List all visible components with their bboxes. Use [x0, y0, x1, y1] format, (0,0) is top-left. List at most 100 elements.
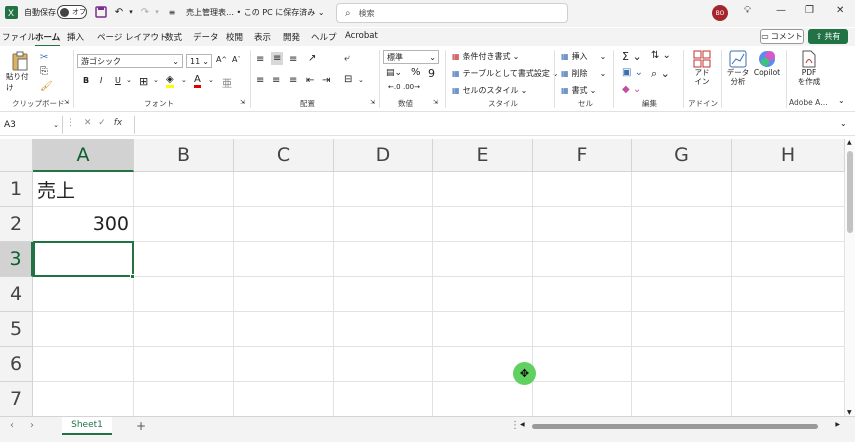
underline-dropdown-icon[interactable]: ⌄ — [126, 76, 132, 84]
cell-h1[interactable] — [732, 172, 845, 207]
enter-icon[interactable]: ✓ — [98, 118, 106, 128]
column-header-d[interactable]: D — [334, 139, 433, 172]
merge-center-icon[interactable]: ⊟ — [344, 74, 352, 85]
comment-button[interactable]: ▭ コメント — [760, 29, 804, 44]
cell-g7[interactable] — [632, 382, 732, 416]
row-header-4[interactable]: 4 — [0, 277, 33, 312]
font-name-select[interactable]: 游ゴシック ⌄ — [77, 54, 183, 68]
cell-f1[interactable] — [533, 172, 632, 207]
decrease-font-icon[interactable]: Aˇ — [232, 55, 241, 64]
addins-button[interactable]: アド イン — [689, 50, 715, 86]
tab-data[interactable]: データ — [193, 31, 219, 43]
insert-function-button[interactable]: fx — [114, 118, 123, 128]
name-box[interactable]: A3 ⌄ — [0, 116, 63, 134]
align-top-icon[interactable]: ≡ — [256, 54, 264, 65]
tab-formulas[interactable]: 数式 — [165, 31, 182, 43]
scroll-right-icon[interactable]: ▶ — [835, 421, 840, 428]
cell-a3-active[interactable] — [33, 241, 134, 277]
sort-filter-icon[interactable]: ⇅ ⌄ — [651, 50, 671, 61]
tab-insert[interactable]: 挿入 — [67, 31, 84, 43]
cell-d1[interactable] — [334, 172, 433, 207]
cell-h7[interactable] — [732, 382, 845, 416]
sheet-tab-sheet1[interactable]: Sheet1 — [62, 417, 112, 435]
scroll-left-icon[interactable]: ◀ — [520, 421, 525, 428]
cell-a7[interactable] — [33, 382, 134, 416]
tab-view[interactable]: 表示 — [254, 31, 271, 43]
clipboard-launcher-icon[interactable]: ⇲ — [64, 99, 69, 106]
borders-icon[interactable]: ⊞ — [139, 75, 148, 88]
close-icon[interactable]: ✕ — [836, 5, 844, 16]
percent-button[interactable]: % — [411, 67, 421, 78]
column-header-b[interactable]: B — [134, 139, 234, 172]
create-pdf-button[interactable]: PDF を作成 — [795, 50, 823, 86]
cell-c1[interactable] — [234, 172, 334, 207]
lightbulb-icon[interactable]: 💡︎ — [744, 5, 751, 16]
cell-a4[interactable] — [33, 277, 134, 312]
avatar[interactable]: BO — [712, 5, 728, 21]
cell-h4[interactable] — [732, 277, 845, 312]
cell-h2[interactable] — [732, 207, 845, 242]
tab-developer[interactable]: 開発 — [283, 31, 300, 43]
cell-d6[interactable] — [334, 347, 433, 382]
cell-g1[interactable] — [632, 172, 732, 207]
cell-c6[interactable] — [234, 347, 334, 382]
cell-f2[interactable] — [533, 207, 632, 242]
column-header-e[interactable]: E — [433, 139, 533, 172]
align-left-icon[interactable]: ≡ — [256, 75, 264, 86]
cell-e3[interactable] — [433, 242, 533, 277]
tab-acrobat[interactable]: Acrobat — [345, 31, 378, 41]
cell-g2[interactable] — [632, 207, 732, 242]
align-right-icon[interactable]: ≡ — [289, 75, 297, 86]
vertical-scroll-thumb[interactable] — [847, 151, 853, 233]
row-header-3[interactable]: 3 — [0, 242, 33, 277]
increase-font-icon[interactable]: A ^ — [216, 55, 227, 64]
customize-toolbar-icon[interactable]: ≡ — [165, 5, 179, 19]
document-title[interactable]: 売上管理表… • この PC に保存済み ⌄ — [186, 7, 325, 18]
cell-d4[interactable] — [334, 277, 433, 312]
insert-cells-button[interactable]: ▦ 挿入 ⌄ — [561, 51, 606, 62]
merge-dropdown-icon[interactable]: ⌄ — [358, 76, 364, 84]
save-icon[interactable] — [94, 5, 108, 19]
wrap-text-icon[interactable]: ⤶ — [344, 53, 350, 64]
tab-file[interactable]: ファイル — [2, 31, 36, 43]
format-as-table-button[interactable]: ▦ テーブルとして書式設定 ⌄ — [452, 68, 559, 79]
fill-color-icon[interactable]: ◈ — [166, 74, 174, 88]
cell-styles-button[interactable]: ▦ セルのスタイル ⌄ — [452, 85, 527, 96]
minimize-icon[interactable]: — — [776, 5, 786, 16]
tab-home[interactable]: ホーム — [35, 31, 61, 47]
cell-a2[interactable]: 300 — [33, 207, 134, 242]
cell-e1[interactable] — [433, 172, 533, 207]
font-color-dropdown-icon[interactable]: ⌄ — [208, 76, 214, 84]
cell-f5[interactable] — [533, 312, 632, 347]
autosave-toggle[interactable]: オフ — [57, 5, 87, 19]
cell-g4[interactable] — [632, 277, 732, 312]
cell-f4[interactable] — [533, 277, 632, 312]
share-button[interactable]: ⇪ 共有 — [808, 29, 848, 44]
number-format-select[interactable]: 標準 ⌄ — [383, 50, 439, 64]
cut-icon[interactable]: ✂ — [40, 52, 48, 63]
align-bottom-icon[interactable]: ≡ — [289, 54, 297, 65]
collapse-ribbon-icon[interactable]: ⌄ — [838, 96, 845, 105]
cell-f7[interactable] — [533, 382, 632, 416]
align-center-icon[interactable]: ≡ — [272, 75, 280, 86]
cell-h6[interactable] — [732, 347, 845, 382]
column-header-f[interactable]: F — [533, 139, 632, 172]
cell-h3[interactable] — [732, 242, 845, 277]
formula-input[interactable] — [134, 116, 850, 134]
row-header-2[interactable]: 2 — [0, 207, 33, 242]
tab-help[interactable]: ヘルプ — [311, 31, 337, 43]
decrease-decimal-icon[interactable]: .00→ — [403, 83, 420, 91]
cell-c5[interactable] — [234, 312, 334, 347]
fill-handle[interactable] — [130, 274, 135, 279]
cell-f3[interactable] — [533, 242, 632, 277]
tab-split-icon[interactable]: ⋮ — [510, 420, 520, 431]
horizontal-scrollbar[interactable]: ◀ ▶ — [520, 421, 840, 430]
cell-e7[interactable] — [433, 382, 533, 416]
row-header-1[interactable]: 1 — [0, 172, 33, 207]
tab-review[interactable]: 校閲 — [226, 31, 243, 43]
next-sheet-icon[interactable]: › — [30, 420, 34, 431]
cell-c4[interactable] — [234, 277, 334, 312]
find-icon[interactable]: ⌕ ⌄ — [651, 67, 670, 81]
format-painter-icon[interactable]: 🖌︎ — [40, 81, 53, 92]
fill-color-dropdown-icon[interactable]: ⌄ — [181, 76, 187, 84]
